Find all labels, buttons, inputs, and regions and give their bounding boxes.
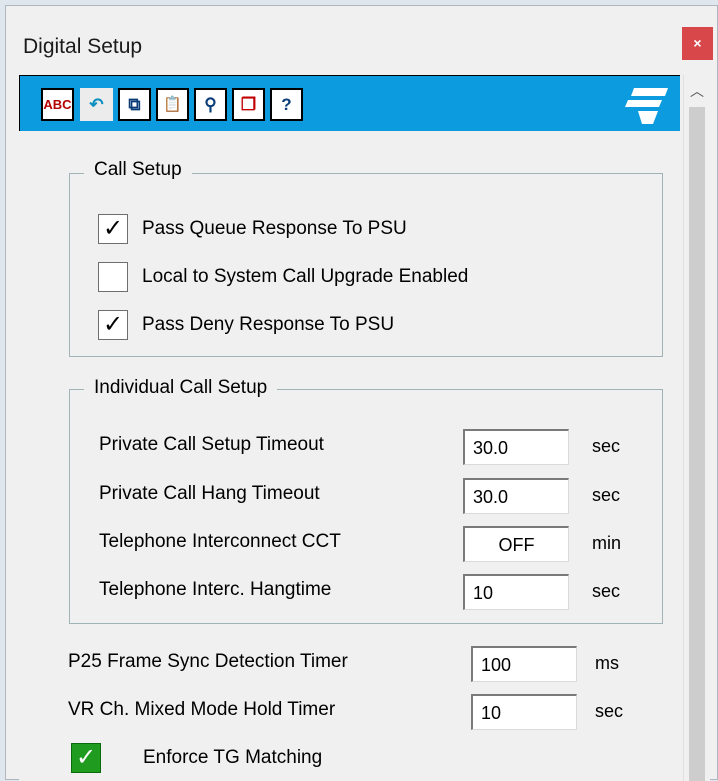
paste-icon[interactable]: 📋: [156, 88, 189, 121]
private-call-setup-timeout-unit: sec: [592, 436, 621, 456]
vr-mixed-mode-hold-timer-label: VR Ch. Mixed Mode Hold Timer: [68, 699, 336, 720]
private-call-hang-timeout-row: Private Call Hang Timeout 30.0 sec: [99, 478, 639, 514]
telephone-interconnect-cct-row: Telephone Interconnect CCT OFF min: [99, 526, 639, 562]
window-title: Digital Setup: [23, 35, 143, 58]
title-bar[interactable]: Digital Setup ×: [6, 6, 717, 70]
vr-mixed-mode-hold-timer-row: VR Ch. Mixed Mode Hold Timer 10 sec: [68, 694, 648, 730]
enforce-tg-matching-row[interactable]: ✓ Enforce TG Matching: [71, 743, 471, 777]
private-call-setup-timeout-row: Private Call Setup Timeout 30.0 sec: [99, 429, 639, 465]
p25-frame-sync-timer-input[interactable]: 100: [471, 646, 577, 682]
vr-mixed-mode-hold-timer-input[interactable]: 10: [471, 694, 577, 730]
vr-mixed-mode-hold-timer-unit: sec: [595, 701, 624, 721]
find-icon[interactable]: ⚲: [194, 88, 227, 121]
p25-frame-sync-timer-label: P25 Frame Sync Detection Timer: [68, 651, 348, 672]
window-icon[interactable]: ❐: [232, 88, 265, 121]
scroll-up-icon[interactable]: ︿: [684, 81, 710, 101]
pass-deny-response-row[interactable]: ✓ Pass Deny Response To PSU: [98, 310, 598, 344]
enforce-tg-matching-label: Enforce TG Matching: [143, 747, 323, 768]
pass-queue-response-checkbox[interactable]: ✓: [98, 214, 128, 244]
brand-logo-icon: [625, 88, 668, 124]
toolbar: ABC ↶ ⧉ 📋 ⚲ ❐ ?: [19, 75, 680, 131]
p25-frame-sync-timer-row: P25 Frame Sync Detection Timer 100 ms: [68, 646, 648, 682]
form-content: Call Setup ✓ Pass Queue Response To PSU …: [19, 131, 680, 781]
local-to-system-upgrade-row[interactable]: Local to System Call Upgrade Enabled: [98, 262, 598, 296]
call-setup-label: Call Setup: [84, 159, 192, 181]
telephone-interc-hangtime-label: Telephone Interc. Hangtime: [99, 579, 332, 600]
private-call-hang-timeout-label: Private Call Hang Timeout: [99, 483, 320, 504]
private-call-hang-timeout-unit: sec: [592, 485, 621, 505]
enforce-tg-matching-checkbox[interactable]: ✓: [71, 743, 101, 773]
private-call-hang-timeout-input[interactable]: 30.0: [463, 478, 569, 514]
local-to-system-upgrade-checkbox[interactable]: [98, 262, 128, 292]
scroll-thumb[interactable]: [689, 107, 705, 781]
vertical-scrollbar[interactable]: ︿: [683, 75, 710, 781]
client-area: ABC ↶ ⧉ 📋 ⚲ ❐ ? ︿ Call Setup ✓ Pass Queu…: [19, 75, 710, 781]
digital-setup-window: Digital Setup × ABC ↶ ⧉ 📋 ⚲ ❐ ? ︿ Call S…: [5, 5, 718, 781]
telephone-interc-hangtime-row: Telephone Interc. Hangtime 10 sec: [99, 574, 639, 610]
local-to-system-upgrade-label: Local to System Call Upgrade Enabled: [142, 266, 469, 287]
undo-icon[interactable]: ↶: [80, 88, 113, 121]
pass-queue-response-row[interactable]: ✓ Pass Queue Response To PSU: [98, 214, 598, 248]
telephone-interconnect-cct-input[interactable]: OFF: [463, 526, 569, 562]
private-call-setup-timeout-input[interactable]: 30.0: [463, 429, 569, 465]
copy-icon[interactable]: ⧉: [118, 88, 151, 121]
pass-queue-response-label: Pass Queue Response To PSU: [142, 218, 407, 239]
pass-deny-response-checkbox[interactable]: ✓: [98, 310, 128, 340]
individual-call-setup-label: Individual Call Setup: [84, 377, 278, 399]
telephone-interc-hangtime-input[interactable]: 10: [463, 574, 569, 610]
telephone-interc-hangtime-unit: sec: [592, 581, 621, 601]
telephone-interconnect-cct-unit: min: [592, 533, 622, 553]
private-call-setup-timeout-label: Private Call Setup Timeout: [99, 434, 324, 455]
pass-deny-response-label: Pass Deny Response To PSU: [142, 314, 395, 335]
close-button[interactable]: ×: [682, 27, 713, 60]
help-book-icon[interactable]: ?: [270, 88, 303, 121]
spell-check-icon[interactable]: ABC: [41, 88, 74, 121]
p25-frame-sync-timer-unit: ms: [595, 653, 619, 673]
telephone-interconnect-cct-label: Telephone Interconnect CCT: [99, 531, 341, 552]
